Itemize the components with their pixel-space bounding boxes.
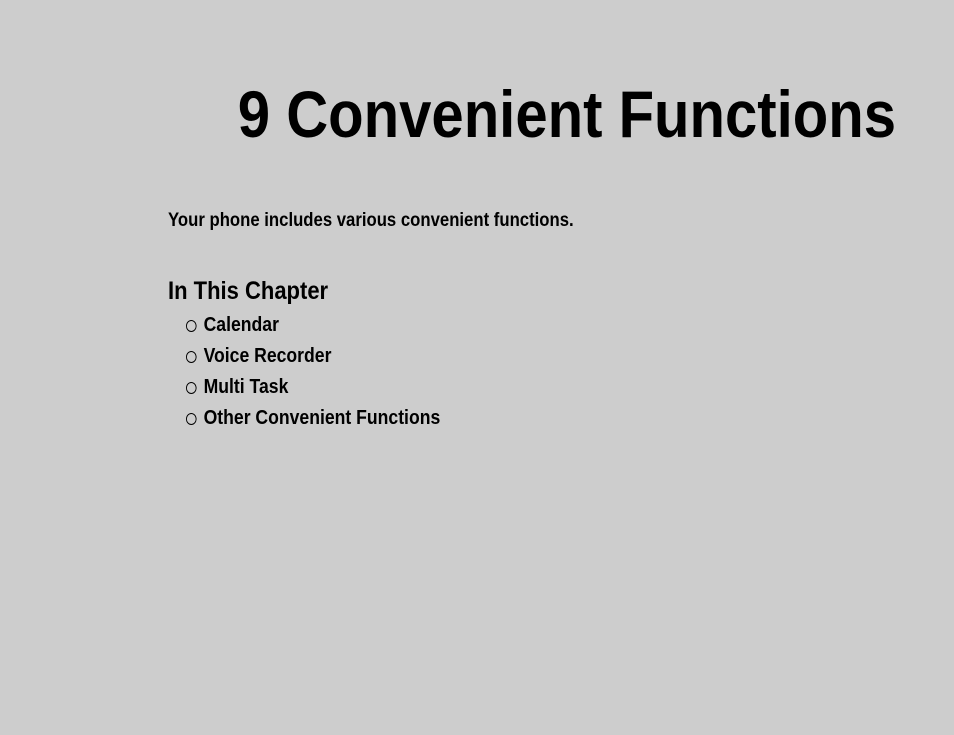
chapter-item-list: Calendar Voice Recorder Multi Task Other… bbox=[186, 310, 475, 434]
list-item-label: Other Convenient Functions bbox=[204, 403, 441, 434]
document-page: 9 Convenient Functions Your phone includ… bbox=[0, 0, 954, 735]
list-item-label: Calendar bbox=[204, 310, 279, 341]
list-item-label: Multi Task bbox=[204, 372, 289, 403]
chapter-intro: Your phone includes various convenient f… bbox=[168, 210, 574, 232]
bullet-icon bbox=[186, 320, 197, 332]
bullet-icon bbox=[186, 382, 197, 394]
list-item: Other Convenient Functions bbox=[186, 403, 440, 434]
list-item: Multi Task bbox=[186, 372, 440, 403]
list-item: Voice Recorder bbox=[186, 341, 440, 372]
bullet-icon bbox=[186, 413, 197, 425]
list-item-label: Voice Recorder bbox=[204, 341, 332, 372]
bullet-icon bbox=[186, 351, 197, 363]
chapter-title: 9 Convenient Functions bbox=[238, 76, 896, 152]
list-item: Calendar bbox=[186, 310, 440, 341]
section-heading: In This Chapter bbox=[168, 277, 328, 306]
